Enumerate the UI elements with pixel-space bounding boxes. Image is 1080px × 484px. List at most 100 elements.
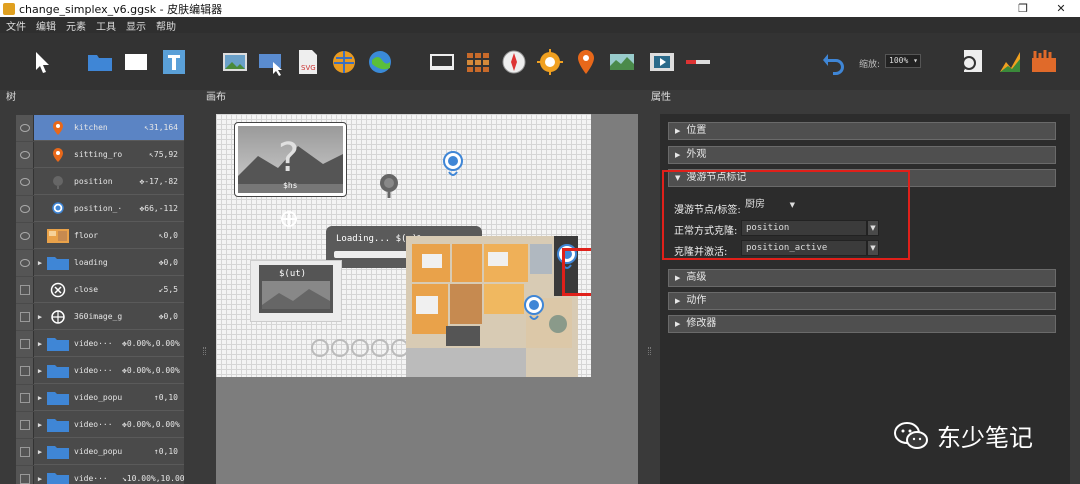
button-tool-icon[interactable] xyxy=(257,48,285,76)
gyro-icon[interactable] xyxy=(278,208,300,230)
panorama-tool-icon[interactable] xyxy=(330,48,358,76)
expand-arrow-icon[interactable]: ▶ xyxy=(34,340,46,348)
folder-icon xyxy=(46,417,70,433)
restore-button[interactable]: ❐ xyxy=(1006,0,1040,17)
zoom-select[interactable]: 100% ▾ xyxy=(885,54,921,68)
tree-row[interactable]: ▶ video_popup_c··· ↑0,10 xyxy=(16,384,184,411)
tree-row[interactable]: ▶ loading ✥0,0 xyxy=(16,249,184,276)
image-tool-icon[interactable] xyxy=(221,48,249,76)
map-tool-icon[interactable] xyxy=(366,48,394,76)
skin-settings-icon[interactable] xyxy=(1030,48,1058,76)
slider-tool-icon[interactable] xyxy=(684,48,712,76)
map-pin-icon xyxy=(46,120,70,136)
menu-edit[interactable]: 编辑 xyxy=(36,18,56,33)
screen-tool-icon[interactable] xyxy=(428,48,456,76)
expand-arrow-icon[interactable]: ▶ xyxy=(34,313,46,321)
rectangle-tool-icon[interactable] xyxy=(122,48,150,76)
zoom-label: 缩放: xyxy=(859,60,881,70)
visibility-eye-icon[interactable] xyxy=(16,222,34,249)
section-advanced[interactable]: ▶ 高级 xyxy=(668,269,1056,287)
tree-row-position: ↙5,5 xyxy=(158,285,178,294)
visibility-checkbox[interactable] xyxy=(16,411,34,438)
image-placeholder[interactable]: ? $hs xyxy=(234,122,347,197)
tree-row[interactable]: sitting_room ↖75,92 xyxy=(16,141,184,168)
watermark: 东少笔记 xyxy=(893,418,1033,453)
tree-row[interactable]: ▶ video_popup_c··· ↑0,10 xyxy=(16,438,184,465)
hotspot-tool-icon[interactable] xyxy=(536,48,564,76)
visibility-checkbox[interactable] xyxy=(16,303,34,330)
sitting-room-hotspot-icon[interactable] xyxy=(523,294,545,322)
tree-row[interactable]: ▶ video··· ✥0.00%,0.00% xyxy=(16,330,184,357)
close-window-button[interactable]: ✕ xyxy=(1044,0,1078,17)
visibility-eye-icon[interactable] xyxy=(16,141,34,168)
folder-tool-icon[interactable] xyxy=(86,48,114,76)
section-appearance-label: 外观 xyxy=(686,149,707,160)
expand-arrow-icon[interactable]: ▶ xyxy=(34,394,46,402)
tree-row[interactable]: position_··· ✥66,-112 xyxy=(16,195,184,222)
tree-row[interactable]: kitchen ↖31,164 xyxy=(16,115,184,141)
tree-row[interactable]: ▶ video··· ✥0.00%,0.00% xyxy=(16,411,184,438)
tree-row[interactable]: position ✥-17,-82 xyxy=(16,168,184,195)
visibility-checkbox[interactable] xyxy=(16,384,34,411)
tree-row-name: video··· xyxy=(74,366,113,375)
visibility-eye-icon[interactable] xyxy=(16,168,34,195)
tree-row-position: ✥-17,-82 xyxy=(139,177,178,186)
export-icon[interactable] xyxy=(996,48,1024,76)
text-tool-icon[interactable] xyxy=(160,48,188,76)
section-modifiers[interactable]: ▶ 修改器 xyxy=(668,315,1056,333)
grid-tool-icon[interactable] xyxy=(464,48,492,76)
tree-row-name: position xyxy=(74,177,113,186)
menu-tools[interactable]: 工具 xyxy=(96,18,116,33)
menu-file[interactable]: 文件 xyxy=(6,18,26,33)
tree-row[interactable]: close ↙5,5 xyxy=(16,276,184,303)
pointer-tool-icon[interactable] xyxy=(28,48,56,76)
map-image-tool-icon[interactable] xyxy=(608,48,636,76)
section-actions[interactable]: ▶ 动作 xyxy=(668,292,1056,310)
expand-arrow-icon[interactable]: ▶ xyxy=(34,448,46,456)
gray-pin-icon[interactable] xyxy=(378,172,400,198)
expand-arrow-icon[interactable]: ▶ xyxy=(34,475,46,483)
thumbnail-strip[interactable] xyxy=(308,336,418,360)
skin-canvas[interactable]: ? $hs Loading... $(p)% $(ut) xyxy=(216,114,591,377)
video-tool-icon[interactable] xyxy=(648,48,676,76)
selection-corner xyxy=(562,248,591,296)
hotspot-marker-icon[interactable] xyxy=(442,150,464,178)
section-appearance[interactable]: ▶ 外观 xyxy=(668,146,1056,164)
tree-row-position: ✥0.00%,0.00% xyxy=(122,420,180,429)
svg-tool-icon[interactable]: SVG xyxy=(294,48,322,76)
menu-view[interactable]: 显示 xyxy=(126,18,146,33)
visibility-checkbox[interactable] xyxy=(16,276,34,303)
visibility-checkbox[interactable] xyxy=(16,357,34,384)
visibility-checkbox[interactable] xyxy=(16,465,34,484)
tree-row-position: ✥66,-112 xyxy=(139,204,178,213)
folder-icon xyxy=(46,336,70,352)
visibility-eye-icon[interactable] xyxy=(16,195,34,222)
visibility-eye-icon[interactable] xyxy=(16,249,34,276)
menu-element[interactable]: 元素 xyxy=(66,18,86,33)
tree-row[interactable]: ▶ 360image_gyro ✥0,0 xyxy=(16,303,184,330)
undo-icon[interactable] xyxy=(820,48,848,76)
splitter-handle[interactable] xyxy=(648,347,651,355)
section-position[interactable]: ▶ 位置 xyxy=(668,122,1056,140)
gyro-icon xyxy=(46,309,70,325)
visibility-checkbox[interactable] xyxy=(16,330,34,357)
visibility-checkbox[interactable] xyxy=(16,438,34,465)
expand-arrow-icon[interactable]: ▶ xyxy=(34,421,46,429)
tree-row[interactable]: ▶ vide··· ↘10.00%,10.00% xyxy=(16,465,184,484)
pin-tool-icon[interactable] xyxy=(572,48,600,76)
expand-arrow-icon[interactable]: ▶ xyxy=(34,259,46,267)
compass-tool-icon[interactable] xyxy=(500,48,528,76)
tree-row-position: ✥0,0 xyxy=(158,312,178,321)
svg-text:?: ? xyxy=(278,135,299,181)
visibility-eye-icon[interactable] xyxy=(16,115,34,141)
tree-row-position: ↖0,0 xyxy=(158,231,178,240)
tree-row[interactable]: floor ↖0,0 xyxy=(16,222,184,249)
menu-help[interactable]: 帮助 xyxy=(156,18,176,33)
popup-container[interactable]: $(ut) xyxy=(250,260,342,322)
expand-arrow-icon[interactable]: ▶ xyxy=(34,367,46,375)
floorplan-image[interactable] xyxy=(406,236,578,377)
tree-row-name: close xyxy=(74,285,99,294)
tree-row-name: video··· xyxy=(74,420,113,429)
preview-icon[interactable] xyxy=(958,48,986,76)
tree-row[interactable]: ▶ video··· ✥0.00%,0.00% xyxy=(16,357,184,384)
